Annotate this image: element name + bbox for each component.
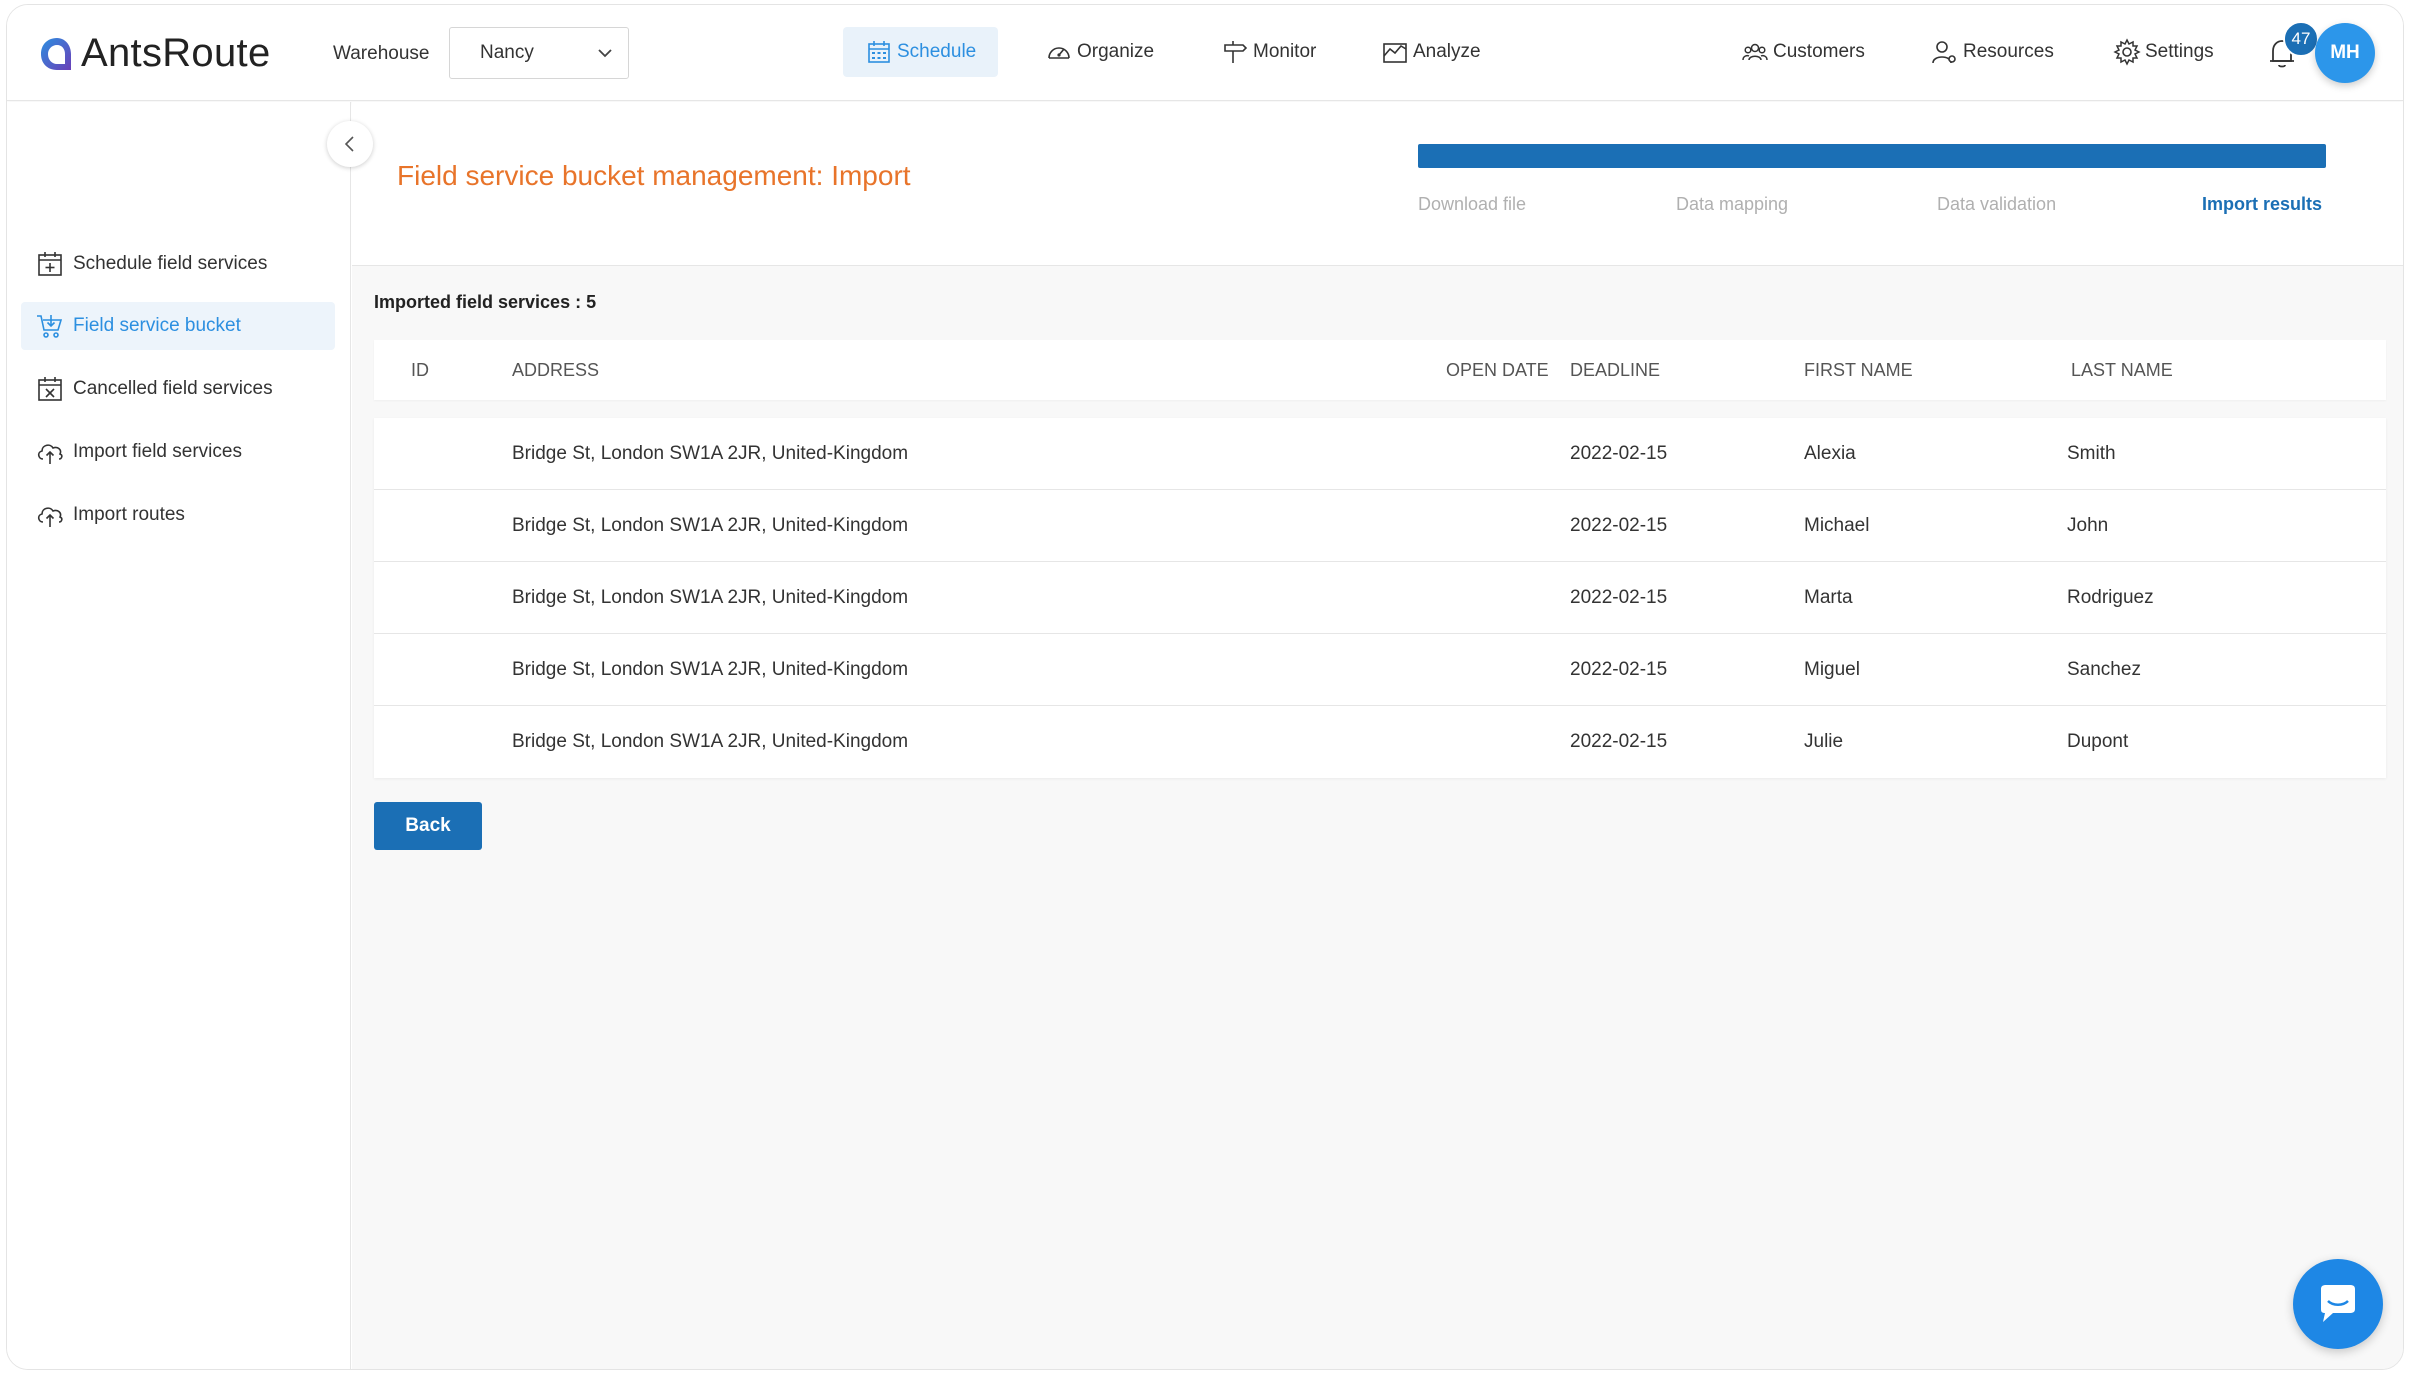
nav-customers[interactable]: Customers — [1719, 27, 1887, 77]
cell-address: Bridge St, London SW1A 2JR, United-Kingd… — [512, 659, 909, 680]
sidebar-item-import-routes[interactable]: Import routes — [21, 491, 335, 539]
sidebar-item-label: Schedule field services — [73, 253, 268, 274]
cell-address: Bridge St, London SW1A 2JR, United-Kingd… — [512, 731, 909, 752]
cell-deadline: 2022-02-15 — [1570, 587, 1668, 608]
nav-schedule-label: Schedule — [897, 41, 977, 62]
import-progress-bar — [1418, 144, 2326, 168]
app-logo[interactable]: AntsRoute — [37, 31, 271, 76]
nav-settings-label: Settings — [2145, 41, 2214, 62]
gauge-icon — [1048, 47, 1070, 59]
chevron-left-icon — [344, 136, 354, 152]
nav-resources-label: Resources — [1963, 41, 2054, 62]
table-row[interactable]: Bridge St, London SW1A 2JR, United-Kingd… — [374, 418, 2386, 490]
nav-monitor[interactable]: Monitor — [1199, 27, 1338, 77]
step-data-mapping: Data mapping — [1676, 194, 1789, 214]
cell-first-name: Miguel — [1804, 659, 1860, 680]
user-avatar[interactable]: MH — [2315, 23, 2375, 83]
nav-settings[interactable]: Settings — [2091, 27, 2236, 77]
imported-services-table: Bridge St, London SW1A 2JR, United-Kingd… — [374, 418, 2386, 778]
sidebar-item-label: Cancelled field services — [73, 378, 273, 399]
sidebar-collapse-button[interactable] — [327, 121, 373, 167]
logo-text-bold: Route — [162, 31, 271, 75]
table-header: ID ADDRESS OPEN DATE DEADLINE FIRST NAME… — [374, 340, 2386, 400]
cloud-upload-icon — [37, 444, 63, 464]
nav-analyze[interactable]: Analyze — [1359, 27, 1503, 77]
signpost-icon — [1224, 41, 1248, 63]
nav-analyze-label: Analyze — [1413, 41, 1481, 62]
nav-monitor-label: Monitor — [1253, 41, 1317, 62]
logo-text-light: Ants — [81, 31, 163, 75]
column-header-deadline[interactable]: DEADLINE — [1570, 360, 1660, 381]
imported-count-label: Imported field services : 5 — [374, 292, 597, 312]
chevron-down-icon — [598, 49, 612, 58]
cell-first-name: Julie — [1804, 731, 1844, 752]
cart-icon — [37, 315, 63, 338]
sidebar-item-schedule-field-services[interactable]: Schedule field services — [21, 240, 335, 288]
nav-organize-label: Organize — [1077, 41, 1155, 62]
import-header-panel: Field service bucket management: Import … — [352, 102, 2403, 266]
nav-resources[interactable]: Resources — [1909, 27, 2076, 77]
calendar-x-icon — [38, 377, 62, 401]
nav-organize[interactable]: Organize — [1023, 27, 1176, 77]
customers-icon — [1742, 43, 1768, 61]
warehouse-select[interactable]: Nancy — [449, 27, 629, 79]
cell-deadline: 2022-02-15 — [1570, 731, 1668, 752]
cell-last-name: Dupont — [2067, 731, 2129, 752]
calendar-icon — [868, 41, 890, 63]
table-row[interactable]: Bridge St, London SW1A 2JR, United-Kingd… — [374, 490, 2386, 562]
sidebar-item-cancelled-field-services[interactable]: Cancelled field services — [21, 365, 335, 413]
cell-address: Bridge St, London SW1A 2JR, United-Kingd… — [512, 443, 909, 464]
main-content: Field service bucket management: Import … — [352, 102, 2403, 1369]
cell-address: Bridge St, London SW1A 2JR, United-Kingd… — [512, 587, 909, 608]
chat-launcher-button[interactable] — [2293, 1259, 2383, 1349]
cell-last-name: John — [2067, 515, 2109, 536]
nav-customers-label: Customers — [1773, 41, 1865, 62]
cell-deadline: 2022-02-15 — [1570, 443, 1668, 464]
table-row[interactable]: Bridge St, London SW1A 2JR, United-Kingd… — [374, 562, 2386, 634]
cell-first-name: Marta — [1804, 587, 1853, 608]
cell-deadline: 2022-02-15 — [1570, 659, 1668, 680]
warehouse-selected-value: Nancy — [480, 42, 534, 63]
sidebar-item-label: Import routes — [73, 504, 185, 525]
step-data-validation: Data validation — [1937, 194, 2057, 214]
sidebar-item-field-service-bucket[interactable]: Field service bucket — [21, 302, 335, 350]
user-gear-icon — [1932, 41, 1956, 64]
warehouse-label: Warehouse — [333, 43, 430, 64]
back-button[interactable]: Back — [374, 802, 482, 850]
gear-icon — [2113, 38, 2141, 66]
column-header-open-date[interactable]: OPEN DATE — [1446, 360, 1549, 381]
column-header-last-name[interactable]: LAST NAME — [2071, 360, 2173, 381]
chat-bubble-icon — [2321, 1285, 2355, 1322]
ant-logo-icon — [41, 37, 71, 70]
step-import-results: Import results — [2202, 194, 2323, 214]
notification-badge[interactable]: 47 — [2283, 21, 2319, 57]
nav-schedule[interactable]: Schedule — [843, 27, 999, 77]
cell-first-name: Michael — [1804, 515, 1870, 536]
cell-first-name: Alexia — [1804, 443, 1856, 464]
logo-text: AntsRoute — [81, 31, 271, 76]
app-frame: AntsRoute Warehouse Nancy Schedule Organ… — [6, 4, 2404, 1370]
cell-last-name: Sanchez — [2067, 659, 2141, 680]
column-header-id[interactable]: ID — [411, 360, 429, 381]
cell-address: Bridge St, London SW1A 2JR, United-Kingd… — [512, 515, 909, 536]
top-nav: AntsRoute Warehouse Nancy Schedule Organ… — [7, 5, 2403, 101]
table-row[interactable]: Bridge St, London SW1A 2JR, United-Kingd… — [374, 634, 2386, 706]
cell-deadline: 2022-02-15 — [1570, 515, 1668, 536]
calendar-plus-icon — [38, 252, 62, 276]
cloud-upload-icon — [37, 507, 63, 527]
table-row[interactable]: Bridge St, London SW1A 2JR, United-Kingd… — [374, 706, 2386, 778]
page-title: Field service bucket management: Import — [397, 160, 911, 191]
cell-last-name: Smith — [2067, 443, 2116, 464]
sidebar-item-label: Field service bucket — [73, 315, 241, 336]
column-header-address[interactable]: ADDRESS — [512, 360, 599, 381]
sidebar: Schedule field services Field service bu… — [7, 102, 351, 1369]
sidebar-item-label: Import field services — [73, 441, 242, 462]
sidebar-item-import-field-services[interactable]: Import field services — [21, 428, 335, 476]
column-header-first-name[interactable]: FIRST NAME — [1804, 360, 1913, 381]
cell-last-name: Rodriguez — [2067, 587, 2154, 608]
step-download-file: Download file — [1418, 194, 1527, 214]
chart-icon — [1383, 43, 1407, 63]
